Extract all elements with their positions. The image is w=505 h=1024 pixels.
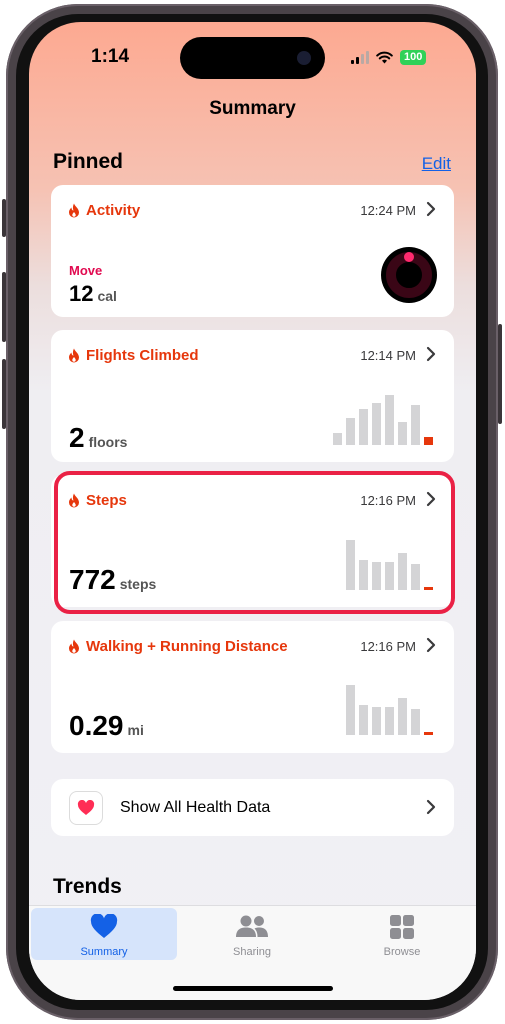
spark-bar [372,707,381,735]
flame-icon [69,348,79,363]
activity-ring-icon [381,247,437,303]
distance-value: 0.29 mi [69,710,144,742]
walking-running-distance-card[interactable]: Walking + Running Distance 12:16 PM 0.29… [51,621,454,753]
flights-value-number: 2 [69,422,85,453]
wifi-icon [376,51,393,64]
spark-bar [385,562,394,590]
flights-card-header: Flights Climbed [68,347,199,364]
spark-bar-today [424,732,433,735]
flights-card-time: 12:14 PM [360,348,416,363]
status-time: 1:14 [91,46,130,67]
battery-indicator: 100 [400,50,427,65]
screen: 1:14 100 Summary Pinned Edit Activity 12… [29,22,476,1000]
distance-card-header: Walking + Running Distance [68,638,288,655]
steps-card[interactable]: Steps 12:16 PM 772 steps [51,475,454,607]
pinned-heading: Pinned [53,150,124,173]
move-value: 12 [69,281,94,306]
volume-down-button [2,359,6,429]
chevron-right-icon [426,491,436,507]
spark-bar [359,705,368,735]
distance-card-title: Walking + Running Distance [86,638,288,655]
flame-icon [69,203,79,218]
activity-card-title: Activity [86,202,141,219]
steps-card-time: 12:16 PM [360,493,416,508]
activity-card-header: Activity [68,202,140,219]
tab-browse-label: Browse [383,946,421,958]
flame-icon [69,493,79,508]
spark-bar [346,685,355,735]
action-button [2,199,6,237]
flights-card-title: Flights Climbed [86,347,199,364]
chevron-right-icon [426,201,436,217]
distance-value-unit: mi [127,722,144,738]
dynamic-island [180,37,325,79]
steps-sparkline [346,530,433,590]
spark-bar [333,433,342,445]
tab-summary-label: Summary [80,946,128,958]
spark-bar [398,553,407,590]
power-button [498,324,502,424]
flights-climbed-card[interactable]: Flights Climbed 12:14 PM 2 floors [51,330,454,462]
tab-sharing-label: Sharing [233,946,271,958]
spark-bar [385,707,394,735]
spark-bar [385,395,394,445]
spark-bar [411,405,420,445]
chevron-right-icon [426,637,436,653]
camera-icon [297,51,311,65]
status-indicators: 100 [351,50,427,65]
trends-heading: Trends [53,875,122,898]
cellular-signal-icon [351,51,369,64]
move-label: Move [69,263,103,278]
steps-value: 772 steps [69,564,156,596]
spark-bar [372,562,381,590]
spark-bar [398,698,407,735]
spark-bar [411,709,420,735]
activity-card-time: 12:24 PM [360,203,416,218]
steps-card-header: Steps [68,492,127,509]
steps-value-unit: steps [119,576,157,592]
spark-bar [359,560,368,590]
show-all-label: Show All Health Data [120,799,271,816]
distance-sparkline [346,675,433,735]
activity-value: 12 cal [69,281,117,307]
tab-bar: Summary Sharing Browse [29,905,476,1000]
health-app-icon [69,791,103,825]
spark-bar [372,403,381,445]
spark-bar [346,418,355,445]
flame-icon [69,639,79,654]
heart-icon [90,914,118,938]
flights-sparkline [333,385,433,445]
spark-bar [398,422,407,445]
edit-button[interactable]: Edit [422,154,451,174]
people-icon [236,915,268,937]
flights-value: 2 floors [69,422,127,454]
steps-value-number: 772 [69,564,116,595]
nav-title: Summary [209,98,296,119]
distance-value-number: 0.29 [69,710,124,741]
distance-card-time: 12:16 PM [360,639,416,654]
spark-bar [411,564,420,590]
chevron-right-icon [426,799,436,815]
steps-card-title: Steps [86,492,127,509]
grid-icon [390,915,414,939]
flights-value-unit: floors [88,434,128,450]
tab-browse[interactable]: Browse [329,908,475,960]
move-unit: cal [97,288,117,304]
home-indicator[interactable] [173,986,333,991]
spark-bar [346,540,355,590]
show-all-health-data-row[interactable]: Show All Health Data [51,779,454,836]
spark-bar-today [424,587,433,590]
activity-card[interactable]: Activity 12:24 PM Move 12 cal [51,185,454,317]
spark-bar-today [424,437,433,445]
tab-sharing[interactable]: Sharing [179,908,325,960]
heart-icon [77,800,95,815]
spark-bar [359,409,368,445]
tab-summary[interactable]: Summary [31,908,177,960]
volume-up-button [2,272,6,342]
chevron-right-icon [426,346,436,362]
